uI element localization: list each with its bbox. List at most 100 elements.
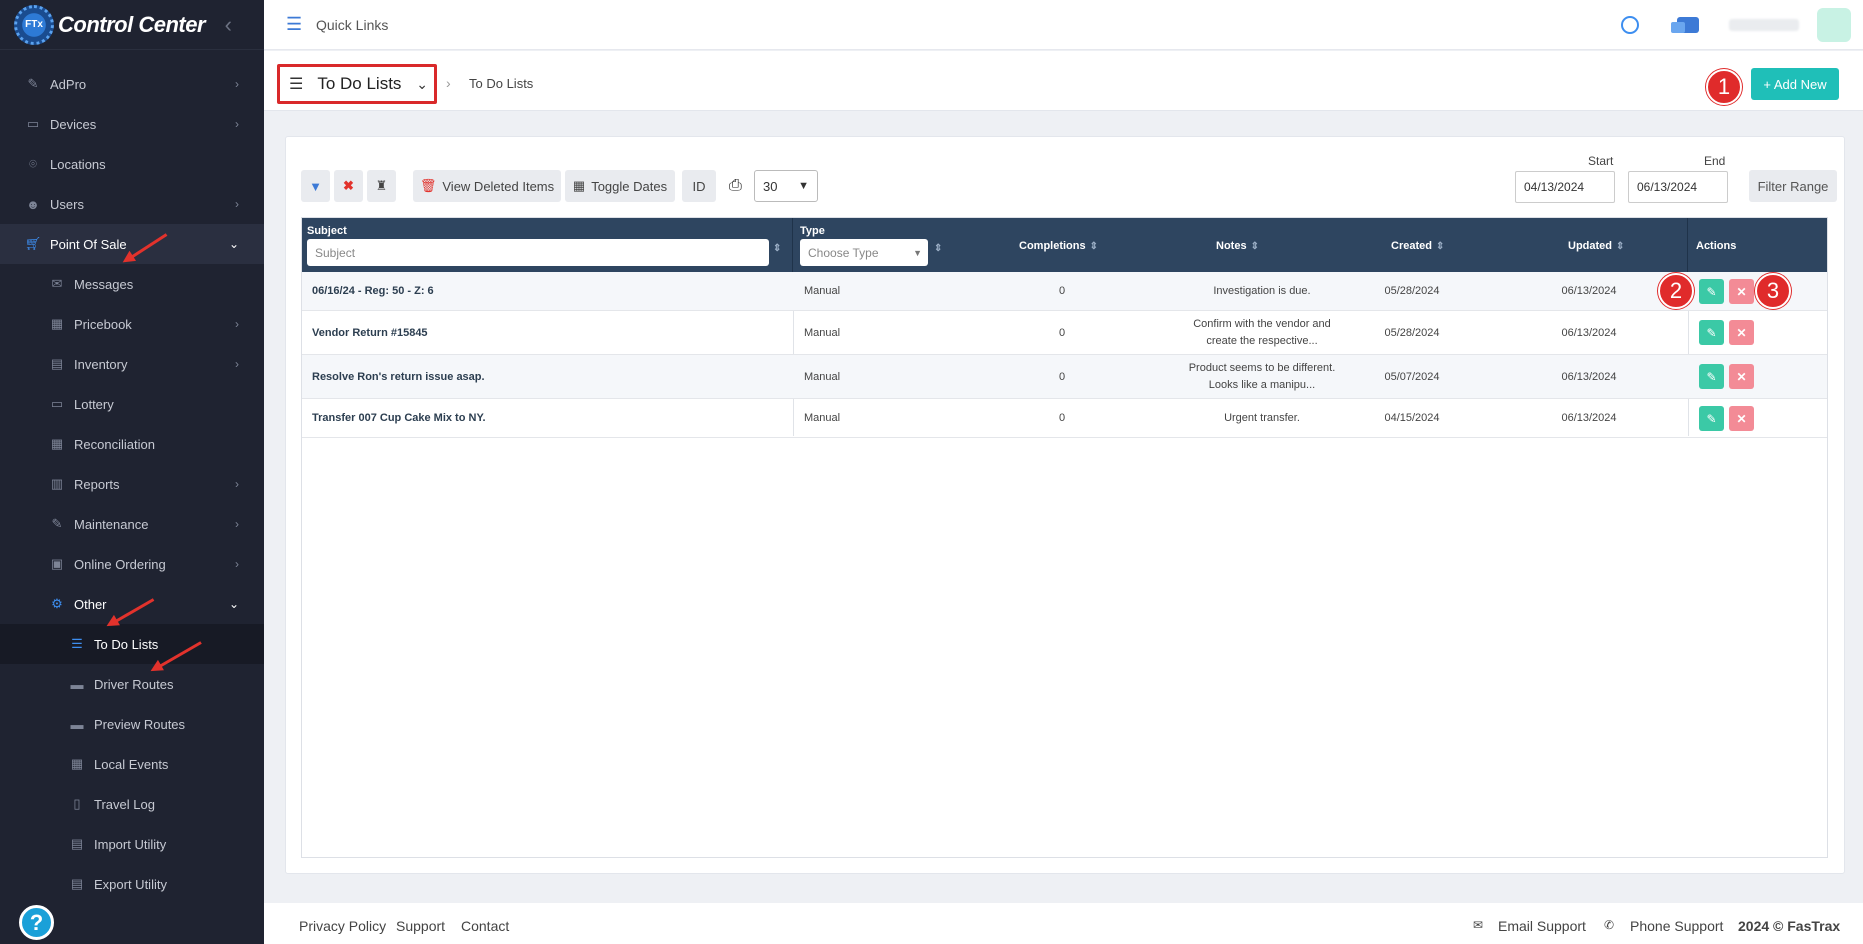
table-row[interactable]: Transfer 007 Cup Cake Mix to NY. Manual … — [302, 399, 1827, 438]
chevron-right-icon: › — [235, 117, 239, 131]
avatar[interactable] — [1817, 8, 1851, 42]
cell-completions: 0 — [1058, 285, 1066, 297]
edit-button[interactable]: ✎ — [1699, 279, 1724, 304]
cell-created: 05/28/2024 — [1384, 326, 1440, 339]
edit-button[interactable]: ✎ — [1699, 364, 1724, 389]
brand-logo: FTx — [14, 4, 54, 45]
chevron-right-icon: › — [235, 477, 239, 491]
sidebar-item-users[interactable]: ☻ Users › — [0, 184, 264, 224]
footer: Privacy Policy Support Contact ✉ Email S… — [264, 903, 1863, 944]
edit-button[interactable]: ✎ — [1699, 320, 1724, 345]
table-row[interactable]: 06/16/24 - Reg: 50 - Z: 6 Manual 0 Inves… — [302, 272, 1827, 311]
column-subject[interactable]: Subject Subject ⇕ — [307, 218, 781, 272]
incognito-button[interactable]: ♜ — [367, 170, 396, 202]
print-icon[interactable]: ⎙ — [729, 177, 742, 195]
privacy-policy-link[interactable]: Privacy Policy — [299, 918, 386, 934]
phone-support-link[interactable]: Phone Support — [1630, 918, 1723, 934]
user-name[interactable] — [1729, 19, 1799, 31]
edit-button[interactable]: ✎ — [1699, 406, 1724, 431]
id-toggle-button[interactable]: ID — [682, 170, 716, 202]
sidebar-item-label: Locations — [50, 156, 106, 172]
cell-subject: Vendor Return #15845 — [312, 326, 428, 339]
page-select-dropdown[interactable]: ☰ To Do Lists ⌄ — [277, 64, 437, 104]
close-icon: ✕ — [1736, 369, 1747, 384]
sidebar-item-local-events[interactable]: ▦ Local Events — [0, 744, 264, 784]
cell-type: Manual — [804, 370, 841, 383]
subject-filter-input[interactable]: Subject — [307, 239, 769, 266]
filter-button[interactable]: ▼ — [301, 170, 330, 202]
notes-line: Confirm with the vendor and — [1193, 317, 1331, 330]
sidebar-item-label: Driver Routes — [94, 676, 174, 692]
column-type[interactable]: Type Choose Type ▼ ⇕ — [800, 218, 950, 272]
envelope-icon: ✉ — [1473, 918, 1484, 932]
clear-filter-button[interactable]: ✖ — [334, 170, 363, 202]
column-created-label: Created ⇕ — [1391, 240, 1444, 252]
sidebar-item-label: Reports — [74, 476, 120, 492]
sidebar-item-pricebook[interactable]: ▦ Pricebook › — [0, 304, 264, 344]
copyright: 2024 © FasTrax — [1738, 918, 1841, 934]
sidebar-item-label: Lottery — [74, 396, 114, 412]
view-deleted-button[interactable]: 🗑︎ View Deleted Items — [413, 170, 561, 202]
sidebar-item-reports[interactable]: ▥ Reports › — [0, 464, 264, 504]
inventory-icon: ▤ — [50, 356, 64, 371]
sidebar-item-label: Devices — [50, 116, 97, 132]
delete-button[interactable]: ✕ — [1729, 406, 1754, 431]
delete-button[interactable]: ✕ — [1729, 320, 1754, 345]
sidebar-item-adpro[interactable]: ✎ AdPro › — [0, 64, 264, 104]
bus-icon: ▬ — [70, 676, 84, 692]
support-link[interactable]: Support — [396, 918, 445, 934]
cell-type: Manual — [804, 326, 841, 339]
chevron-down-icon: ▼ — [798, 180, 809, 192]
sidebar-item-inventory[interactable]: ▤ Inventory › — [0, 344, 264, 384]
cell-type: Manual — [804, 412, 841, 424]
contact-link[interactable]: Contact — [461, 918, 509, 934]
type-filter-select[interactable]: Choose Type ▼ — [800, 239, 928, 266]
cell-created: 04/15/2024 — [1384, 412, 1440, 424]
sidebar-item-driver-routes[interactable]: ▬ Driver Routes — [0, 664, 264, 704]
sidebar-item-import-utility[interactable]: ▤ Import Utility — [0, 824, 264, 864]
chevron-right-icon: › — [235, 77, 239, 91]
toggle-dates-button[interactable]: ▦ Toggle Dates — [565, 170, 675, 202]
chat-icon[interactable] — [1671, 17, 1699, 33]
cell-notes: Investigation is due. — [1172, 272, 1352, 310]
search-icon[interactable] — [1621, 16, 1639, 34]
sidebar-item-travel-log[interactable]: ▯ Travel Log — [0, 784, 264, 824]
add-new-button[interactable]: + Add New — [1751, 68, 1839, 100]
collapse-sidebar-icon[interactable]: ‹ — [225, 12, 232, 38]
sidebar-item-other[interactable]: ⚙ Other ⌄ — [0, 584, 264, 624]
sidebar-item-messages[interactable]: ✉ Messages — [0, 264, 264, 304]
sort-icon[interactable]: ⇕ — [773, 243, 781, 254]
start-date-input[interactable]: 04/13/2024 — [1515, 171, 1615, 203]
sidebar-item-devices[interactable]: ▭ Devices › — [0, 104, 264, 144]
help-button[interactable]: ? — [19, 905, 54, 940]
sidebar-item-export-utility[interactable]: ▤ Export Utility — [0, 864, 264, 904]
page-size-select[interactable]: 30 ▼ — [754, 170, 818, 202]
brand[interactable]: FTx Control Center ‹ — [0, 0, 264, 50]
notes-line: Urgent transfer. — [1224, 412, 1300, 424]
sidebar-item-reconciliation[interactable]: ▦ Reconciliation — [0, 424, 264, 464]
end-date-input[interactable]: 06/13/2024 — [1628, 171, 1728, 203]
email-support-link[interactable]: Email Support — [1498, 918, 1586, 934]
sidebar-item-to-do-lists[interactable]: ☰ To Do Lists — [0, 624, 264, 664]
column-created-text: Created — [1391, 240, 1432, 252]
annotation-badge-3: 3 — [1755, 273, 1791, 309]
sidebar-item-locations[interactable]: ⌾ Locations — [0, 144, 264, 184]
sort-icon[interactable]: ⇕ — [934, 243, 942, 254]
sidebar-item-maintenance[interactable]: ✎ Maintenance › — [0, 504, 264, 544]
quick-links[interactable]: Quick Links — [316, 17, 388, 33]
delete-button[interactable]: ✕ — [1729, 364, 1754, 389]
table-row[interactable]: Vendor Return #15845 Manual 0 Confirm wi… — [302, 311, 1827, 355]
ticket-icon: ▭ — [50, 396, 64, 411]
filter-range-button[interactable]: Filter Range — [1749, 170, 1837, 202]
sidebar-item-label: Maintenance — [74, 516, 149, 532]
sidebar-item-label: Travel Log — [94, 796, 155, 812]
annotation-badge-2: 2 — [1658, 273, 1694, 309]
table-row[interactable]: Resolve Ron's return issue asap. Manual … — [302, 355, 1827, 399]
sidebar-item-preview-routes[interactable]: ▬ Preview Routes — [0, 704, 264, 744]
help-label: ? — [29, 909, 44, 935]
menu-icon[interactable]: ☰ — [286, 14, 304, 35]
chevron-right-icon: › — [235, 357, 239, 371]
delete-button[interactable]: ✕ — [1729, 279, 1754, 304]
sidebar-item-lottery[interactable]: ▭ Lottery — [0, 384, 264, 424]
sidebar-item-online-ordering[interactable]: ▣ Online Ordering › — [0, 544, 264, 584]
